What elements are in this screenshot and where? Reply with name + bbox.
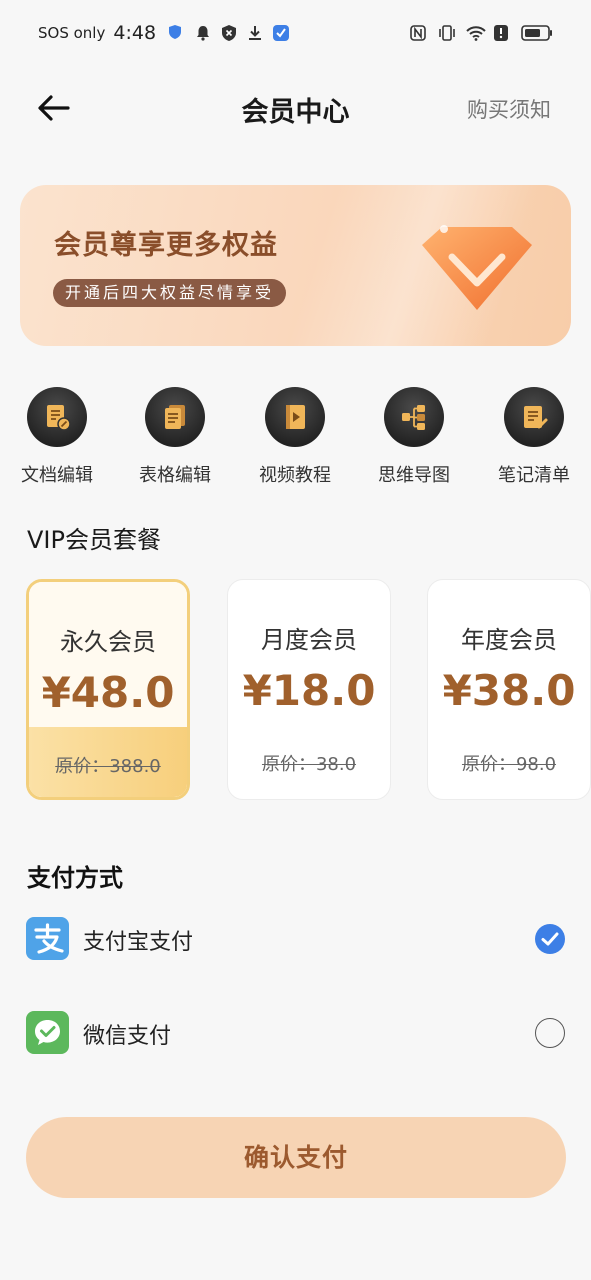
banner-title: 会员尊享更多权益 [54,230,278,261]
nfc-icon [409,24,427,42]
radio-unchecked-icon[interactable] [535,1018,565,1048]
purchase-notice-link[interactable]: 购买须知 [467,94,551,124]
feature-label: 表格编辑 [139,465,211,486]
plan-name: 月度会员 [261,626,357,654]
diamond-icon [422,225,532,310]
battery-icon [521,24,553,42]
vibrate-icon [437,24,455,42]
clock: 4:48 [113,22,157,44]
payment-section-title: 支付方式 [27,864,123,892]
banner-subtitle: 开通后四大权益尽情享受 [53,279,287,307]
feature-document-edit[interactable]: 文档编辑 [2,384,112,487]
plan-list: 永久会员 ¥48.0 原价：388.0 月度会员 ¥18.0 原价：38.0 年… [0,579,591,801]
plan-name: 年度会员 [461,626,557,654]
wifi-icon [465,24,486,42]
plan-card-monthly[interactable]: 月度会员 ¥18.0 原价：38.0 [227,579,391,800]
feature-mind-map[interactable]: 思维导图 [359,384,469,487]
feature-notes-list[interactable]: 笔记清单 [479,384,589,487]
plan-price: ¥48.0 [41,668,175,717]
feature-label: 文档编辑 [21,465,93,486]
notes-list-icon [504,387,564,447]
header: 会员中心 购买须知 [0,72,591,144]
plan-original-price: 原价：388.0 [55,756,161,777]
signal-alert-icon [493,24,511,42]
download-icon [246,24,264,42]
wechat-pay-icon [26,1011,69,1054]
plan-price: ¥38.0 [442,666,576,715]
plan-card-yearly[interactable]: 年度会员 ¥38.0 原价：98.0 [427,579,591,800]
payment-label: 支付宝支付 [83,930,194,955]
bell-icon [194,24,212,42]
shield-icon [168,24,186,42]
feature-table-edit[interactable]: 表格编辑 [120,384,230,487]
feature-label: 思维导图 [378,465,450,486]
vip-banner: 会员尊享更多权益 开通后四大权益尽情享受 [20,185,571,346]
payment-option-alipay[interactable]: 支付宝支付 [0,909,591,969]
mind-map-icon [384,387,444,447]
feature-label: 笔记清单 [498,465,570,486]
feature-list: 文档编辑 表格编辑 视频教程 思维导图 笔记清单 [0,384,591,494]
plan-original-price: 原价：38.0 [261,754,357,775]
status-bar: SOS only 4:48 [0,0,591,66]
document-edit-icon [27,387,87,447]
feature-video-tutorial[interactable]: 视频教程 [240,384,350,487]
plan-price: ¥18.0 [242,666,376,715]
blocked-icon [220,24,238,42]
feature-label: 视频教程 [259,465,331,486]
carrier-text: SOS only [38,24,106,42]
payment-label: 微信支付 [83,1024,172,1049]
vip-section-title: VIP会员套餐 [27,526,161,554]
payment-option-wechat[interactable]: 微信支付 [0,1003,591,1063]
plan-original-price: 原价：98.0 [461,754,557,775]
confirm-payment-button[interactable]: 确认支付 [26,1117,566,1198]
video-tutorial-icon [265,387,325,447]
plan-name: 永久会员 [60,628,156,656]
plan-card-lifetime[interactable]: 永久会员 ¥48.0 原价：388.0 [26,579,190,800]
alipay-icon [26,917,69,960]
radio-checked-icon[interactable] [535,924,565,954]
app-notification-icon [272,24,290,42]
table-edit-icon [145,387,205,447]
